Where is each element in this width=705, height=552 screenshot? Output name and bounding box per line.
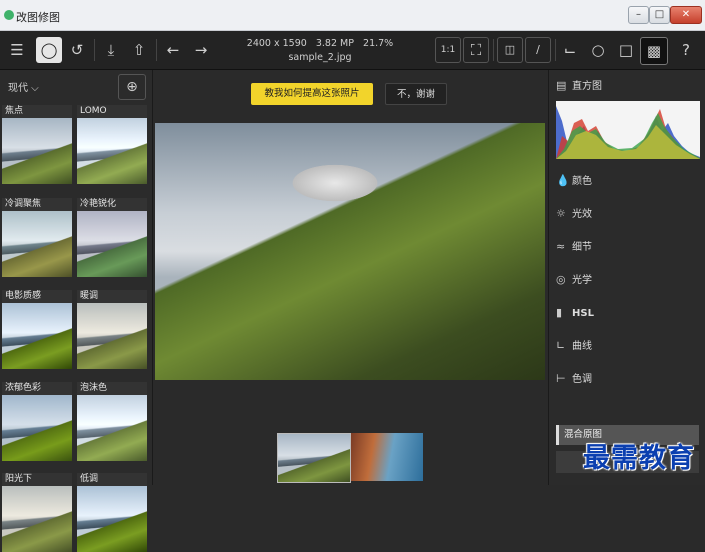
share-icon[interactable]: ⇧ <box>126 37 152 63</box>
color-drops-icon: 💧 <box>556 174 570 187</box>
compare-icon[interactable]: ◫ <box>497 37 523 63</box>
adjust-item-tone[interactable]: ⊢ 色调 <box>556 371 592 387</box>
adjust-label: 颜色 <box>572 176 592 187</box>
vignette-icon[interactable]: ○ <box>585 37 611 63</box>
actual-size-button[interactable]: 1:1 <box>435 37 461 63</box>
adjust-label: HSL <box>572 308 594 319</box>
histogram-chart <box>556 101 700 159</box>
preset-thumbnail <box>77 395 147 461</box>
file-info: 2400 x 1590 3.82 MP 21.7% sample_2.jpg <box>230 37 410 65</box>
toolbar-divider <box>555 39 556 61</box>
preset-thumbnail <box>77 118 147 184</box>
toolbar-divider <box>94 39 95 61</box>
preset-tile[interactable]: 焦点 <box>2 105 72 184</box>
adjust-label: 光效 <box>572 209 592 220</box>
preset-tile[interactable]: 浓郁色彩 <box>2 382 72 461</box>
mask-icon[interactable]: ▩ <box>640 37 668 65</box>
preset-tile[interactable]: LOMO <box>77 105 147 184</box>
preset-thumbnail <box>2 118 72 184</box>
adjust-item-hsl[interactable]: ▮ HSL <box>556 305 594 321</box>
file-name: sample_2.jpg <box>288 52 352 63</box>
preset-panel: 现代 ⌵ ⊕ 焦点 LOMO 冷调聚焦 冷艳锐化 电影质感 暖调 浓郁色彩 泡沫… <box>0 70 153 552</box>
preset-thumbnail <box>77 486 147 552</box>
menu-icon[interactable]: ☰ <box>4 37 30 63</box>
adjust-item-curves[interactable]: ∟ 曲线 <box>556 338 592 354</box>
preset-label: 泡沫色 <box>77 382 147 395</box>
histogram-graph <box>556 106 700 159</box>
preset-label: 阳光下 <box>2 473 72 486</box>
preset-label: LOMO <box>77 105 147 118</box>
preset-label: 冷调聚焦 <box>2 198 72 211</box>
curve-icon: ∟ <box>556 339 566 352</box>
adjust-label: 曲线 <box>572 341 592 352</box>
preset-thumbnail <box>2 486 72 552</box>
title-bar: 改图修图 – □ ✕ <box>0 0 705 31</box>
filters-icon[interactable]: ◯ <box>36 37 62 63</box>
undo-icon[interactable]: ← <box>160 37 186 63</box>
adjustment-panel: ▤ 直方图 💧 颜色 ☼ 光效 ≈ 细节 ◎ 光学 ▮ HSL ∟ 曲线 ⊢ 色调 混合原图 <box>548 70 705 485</box>
zoom-level: 21.7% <box>363 38 394 49</box>
adjust-item-optics[interactable]: ◎ 光学 <box>556 272 592 288</box>
adjust-item-color[interactable]: 💧 颜色 <box>556 173 592 189</box>
filmstrip-thumbnail[interactable] <box>277 433 351 483</box>
preset-thumbnail <box>2 303 72 369</box>
detail-icon: ≈ <box>556 240 566 253</box>
help-button[interactable]: ? <box>673 37 699 63</box>
import-icon[interactable]: ⤓ <box>98 37 124 63</box>
filmstrip-thumbnail[interactable] <box>351 433 423 481</box>
megapixels: 3.82 MP <box>315 38 354 49</box>
close-button[interactable]: ✕ <box>670 6 702 24</box>
crop-icon[interactable]: ⌙ <box>557 37 583 63</box>
histogram-header: ▤ 直方图 <box>556 78 602 94</box>
histogram-icon: ▤ <box>556 79 567 92</box>
improve-photo-button[interactable]: 教我如何提高这张照片 <box>251 83 373 105</box>
image-size: 2400 x 1590 <box>246 38 307 49</box>
adjust-item-light[interactable]: ☼ 光效 <box>556 206 592 222</box>
hsl-bars-icon: ▮ <box>556 306 563 319</box>
frame-icon[interactable]: □ <box>613 37 639 63</box>
preset-thumbnail <box>2 211 72 277</box>
maximize-button[interactable]: □ <box>649 6 670 24</box>
adjust-item-detail[interactable]: ≈ 细节 <box>556 239 592 255</box>
preset-label: 浓郁色彩 <box>2 382 72 395</box>
tone-icon: ⊢ <box>556 372 566 385</box>
preset-tile[interactable]: 暖调 <box>77 290 147 369</box>
preset-label: 电影质感 <box>2 290 72 303</box>
preset-category-select[interactable]: 现代 ⌵ <box>8 79 39 94</box>
preset-label: 冷艳锐化 <box>77 198 147 211</box>
toolbar-divider <box>493 39 494 61</box>
preset-thumbnail <box>77 303 147 369</box>
adjust-label: 细节 <box>572 242 592 253</box>
preset-thumbnail <box>77 211 147 277</box>
canvas-area: 教我如何提高这张照片 不，谢谢 <box>153 70 548 485</box>
adjust-label: 光学 <box>572 275 592 286</box>
preset-tile[interactable]: 冷艳锐化 <box>77 198 147 277</box>
redo-icon[interactable]: → <box>188 37 214 63</box>
histogram-label: 直方图 <box>572 81 602 92</box>
preset-tile[interactable]: 电影质感 <box>2 290 72 369</box>
lens-icon: ◎ <box>556 273 566 286</box>
preset-label: 低调 <box>77 473 147 486</box>
window-title: 改图修图 <box>16 11 60 24</box>
history-icon[interactable]: ↺ <box>64 37 90 63</box>
minimize-button[interactable]: – <box>628 6 649 24</box>
preset-label: 焦点 <box>2 105 72 118</box>
app-icon <box>4 10 14 20</box>
exposure-icon[interactable]: ∕ <box>525 37 551 63</box>
light-icon: ☼ <box>556 207 566 220</box>
watermark-logo: 最需教育 <box>583 443 695 474</box>
preset-thumbnail <box>2 395 72 461</box>
dismiss-button[interactable]: 不，谢谢 <box>385 83 447 105</box>
adjust-label: 色调 <box>572 374 592 385</box>
main-toolbar: ☰ ◯ ↺ ⤓ ⇧ ← → 2400 x 1590 3.82 MP 21.7% … <box>0 31 705 70</box>
preset-tile[interactable]: 泡沫色 <box>77 382 147 461</box>
preset-label: 暖调 <box>77 290 147 303</box>
fit-screen-icon[interactable]: ⛶ <box>463 37 489 63</box>
main-photo[interactable] <box>155 123 545 380</box>
add-preset-icon[interactable]: ⊕ <box>118 74 146 100</box>
toolbar-divider <box>156 39 157 61</box>
preset-tile[interactable]: 冷调聚焦 <box>2 198 72 277</box>
